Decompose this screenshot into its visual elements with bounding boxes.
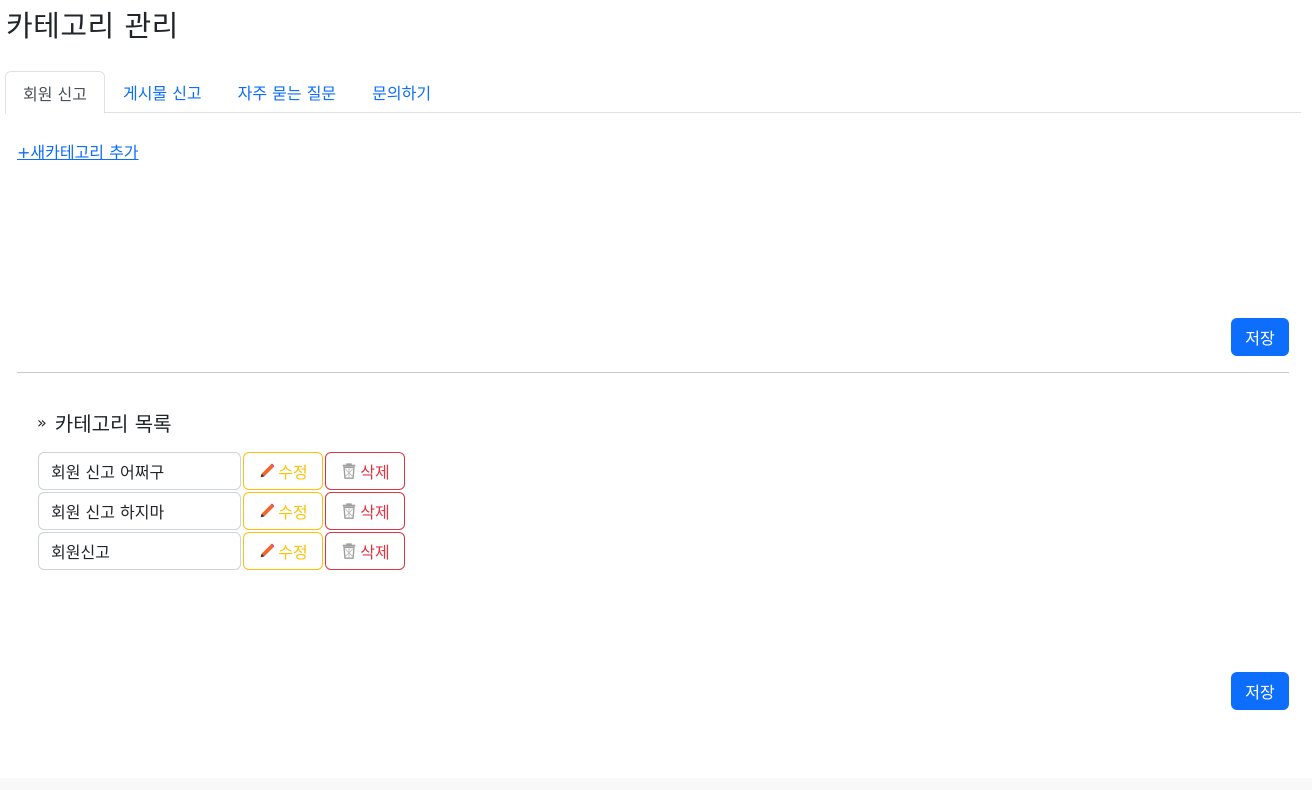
delete-button[interactable]: 삭제 — [325, 492, 405, 530]
delete-button[interactable]: 삭제 — [325, 532, 405, 570]
category-name-field[interactable]: 회원신고 — [38, 532, 241, 570]
category-name-field[interactable]: 회원 신고 하지마 — [38, 492, 241, 530]
category-row: 회원 신고 어쩌구 수정 삭제 — [38, 452, 405, 490]
trash-icon — [342, 543, 356, 559]
page-title: 카테고리 관리 — [6, 9, 179, 43]
pencil-icon — [260, 543, 275, 558]
delete-label: 삭제 — [360, 543, 390, 562]
tab-inquiry[interactable]: 문의하기 — [354, 71, 449, 113]
category-name-field[interactable]: 회원 신고 어쩌구 — [38, 452, 241, 490]
delete-button[interactable]: 삭제 — [325, 452, 405, 490]
edit-label: 수정 — [278, 503, 308, 522]
pencil-icon — [260, 463, 275, 478]
category-list: 회원 신고 어쩌구 수정 삭제 회원 신고 하지마 수정 삭제 회원신고 수정 … — [38, 452, 405, 572]
delete-label: 삭제 — [360, 463, 390, 482]
category-row: 회원신고 수정 삭제 — [38, 532, 405, 570]
tab-post-report[interactable]: 게시물 신고 — [105, 71, 220, 113]
edit-label: 수정 — [278, 543, 308, 562]
edit-button[interactable]: 수정 — [243, 532, 323, 570]
delete-label: 삭제 — [360, 503, 390, 522]
edit-button[interactable]: 수정 — [243, 492, 323, 530]
section-divider — [17, 372, 1289, 373]
trash-icon — [342, 463, 356, 479]
trash-icon — [342, 503, 356, 519]
heading-text: 카테고리 목록 — [54, 412, 172, 436]
heading-prefix: » — [37, 413, 47, 432]
edit-label: 수정 — [278, 463, 308, 482]
category-list-heading: » 카테고리 목록 — [37, 408, 172, 437]
page: 카테고리 관리 회원 신고 게시물 신고 자주 묻는 질문 문의하기 +새카테고… — [0, 0, 1312, 790]
pencil-icon — [260, 503, 275, 518]
save-button-bottom[interactable]: 저장 — [1231, 672, 1289, 710]
category-row: 회원 신고 하지마 수정 삭제 — [38, 492, 405, 530]
save-button-top[interactable]: 저장 — [1231, 318, 1289, 356]
footer-strip — [0, 778, 1312, 790]
add-category-link[interactable]: +새카테고리 추가 — [17, 139, 139, 163]
tab-member-report[interactable]: 회원 신고 — [5, 71, 105, 114]
tab-bar: 회원 신고 게시물 신고 자주 묻는 질문 문의하기 — [5, 71, 1301, 114]
edit-button[interactable]: 수정 — [243, 452, 323, 490]
tab-faq[interactable]: 자주 묻는 질문 — [220, 71, 355, 113]
